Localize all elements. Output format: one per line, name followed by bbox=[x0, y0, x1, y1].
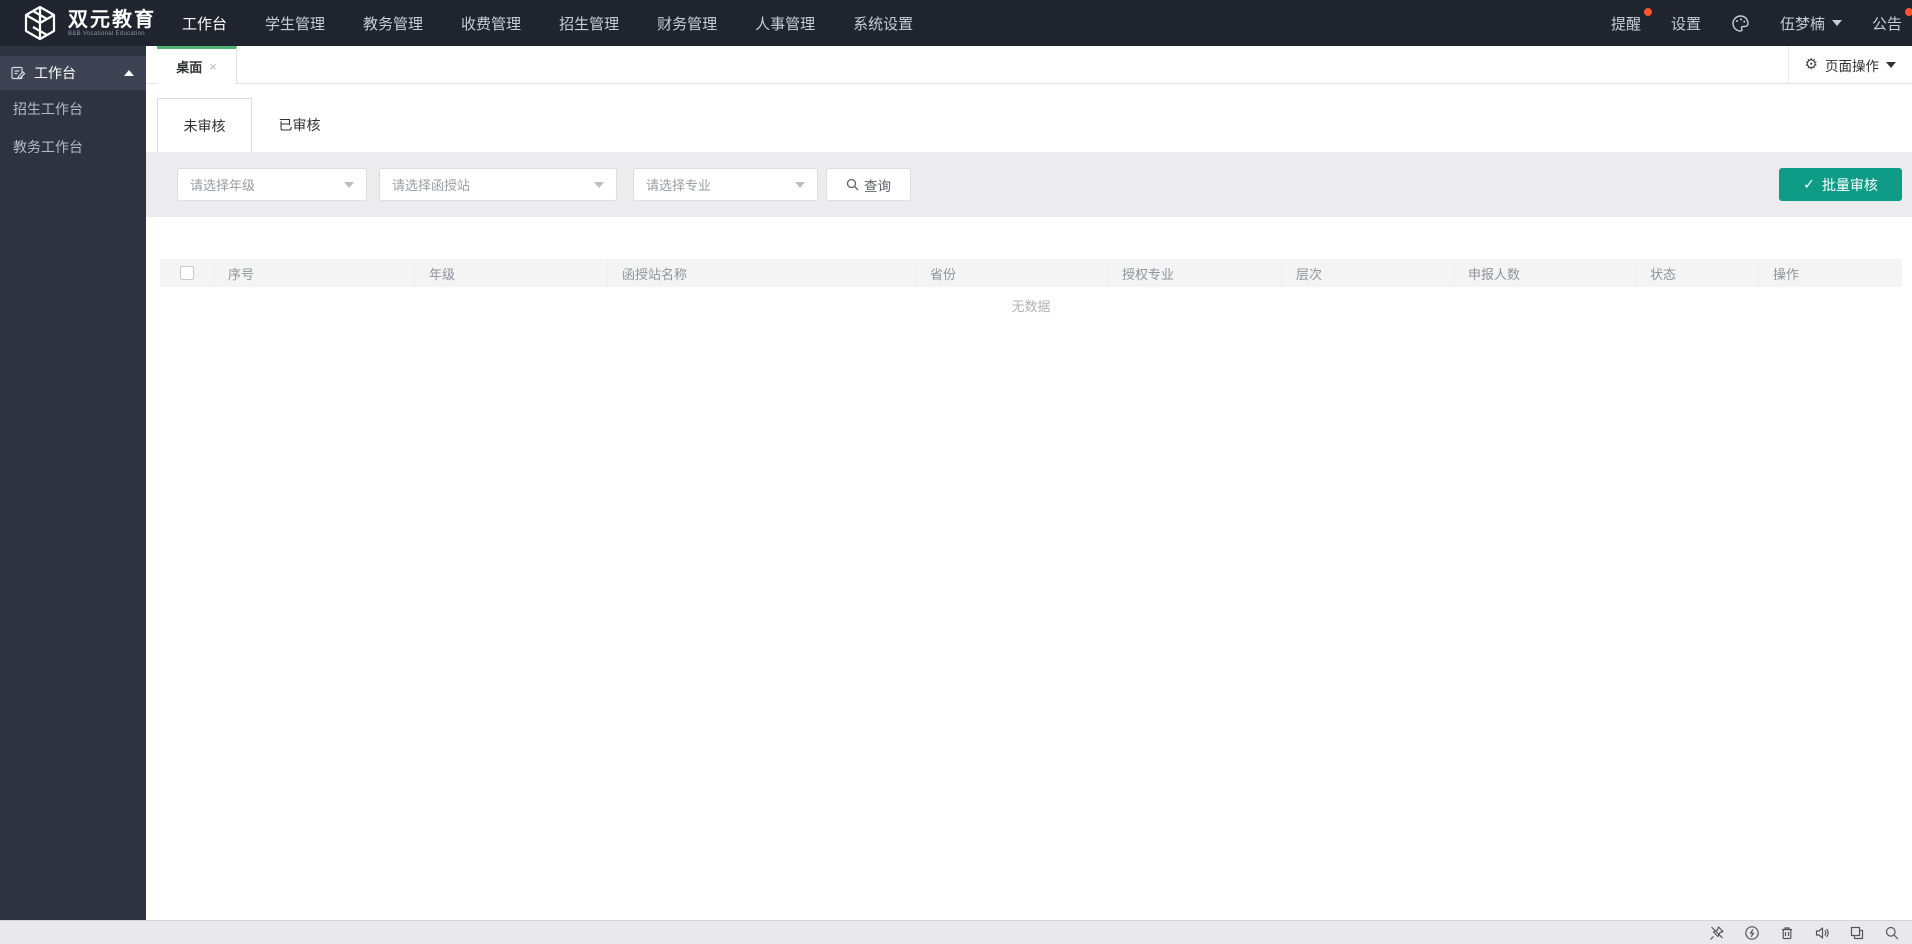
sidebar-item-label: 招生工作台 bbox=[13, 101, 83, 117]
sidebar-item-label: 教务工作台 bbox=[13, 139, 83, 155]
announcement-badge-dot bbox=[1905, 7, 1912, 16]
brand-logo: 双元教育 B&B Vocational Education bbox=[0, 2, 182, 44]
select-placeholder: 请选择年级 bbox=[190, 178, 256, 193]
subtab-unaudited[interactable]: 未审核 bbox=[157, 98, 252, 152]
user-name: 伍梦楠 bbox=[1779, 15, 1825, 33]
page-operations-button[interactable]: ⚙ 页面操作 bbox=[1787, 46, 1912, 83]
volume-icon[interactable] bbox=[1814, 925, 1830, 941]
menu-item-fees[interactable]: 收费管理 bbox=[461, 13, 521, 34]
chevron-up-icon bbox=[124, 70, 134, 76]
select-all-checkbox[interactable] bbox=[179, 266, 194, 280]
query-button[interactable]: 查询 bbox=[826, 168, 911, 201]
notice-link[interactable]: 提醒 bbox=[1610, 7, 1652, 34]
pin-off-icon[interactable] bbox=[1709, 925, 1725, 941]
header-level: 层次 bbox=[1282, 259, 1454, 287]
announcement-label: 公告 bbox=[1871, 15, 1902, 33]
close-icon[interactable]: × bbox=[209, 59, 217, 74]
header-applicant-count: 申报人数 bbox=[1454, 259, 1636, 287]
menu-item-hr[interactable]: 人事管理 bbox=[755, 13, 815, 34]
announcement-link[interactable]: 公告 bbox=[1871, 7, 1912, 34]
brand-subtitle: B&B Vocational Education bbox=[68, 31, 145, 37]
chevron-down-icon bbox=[795, 181, 805, 188]
menu-item-enrollment[interactable]: 招生管理 bbox=[559, 13, 619, 34]
select-placeholder: 请选择函授站 bbox=[392, 178, 471, 193]
speed-circle-icon[interactable] bbox=[1744, 925, 1760, 941]
notepad-edit-icon bbox=[10, 65, 26, 81]
sidebar-item-enrollment-workbench[interactable]: 招生工作台 bbox=[0, 90, 146, 128]
notice-label: 提醒 bbox=[1610, 15, 1641, 33]
correspondence-station-select[interactable]: 请选择函授站 bbox=[379, 168, 617, 201]
audit-subtabs: 未审核 已审核 bbox=[146, 98, 1912, 152]
grade-select[interactable]: 请选择年级 bbox=[177, 168, 367, 201]
sidebar-group-label: 工作台 bbox=[34, 65, 76, 81]
sidebar: 工作台 招生工作台 教务工作台 bbox=[0, 46, 146, 920]
chevron-down-icon bbox=[1831, 20, 1842, 26]
table-empty-state: 无数据 bbox=[1011, 298, 1051, 314]
query-label: 查询 bbox=[864, 178, 891, 194]
check-icon: ✓ bbox=[1803, 176, 1815, 192]
header-grade: 年级 bbox=[415, 259, 608, 287]
menu-item-finance[interactable]: 财务管理 bbox=[657, 13, 717, 34]
header-province: 省份 bbox=[916, 259, 1108, 287]
menu-item-students[interactable]: 学生管理 bbox=[265, 13, 325, 34]
brand-name: 双元教育 bbox=[68, 9, 156, 31]
subtab-audited[interactable]: 已审核 bbox=[252, 98, 347, 152]
header-authorized-major: 授权专业 bbox=[1108, 259, 1282, 287]
batch-audit-label: 批量审核 bbox=[1821, 176, 1878, 193]
menu-item-academic[interactable]: 教务管理 bbox=[363, 13, 423, 34]
filter-bar: 请选择年级 请选择函授站 请选择专业 查询 ✓ 批量审核 bbox=[146, 152, 1912, 217]
menu-item-workbench[interactable]: 工作台 bbox=[182, 13, 227, 34]
sidebar-item-academic-workbench[interactable]: 教务工作台 bbox=[0, 128, 146, 166]
chevron-down-icon bbox=[1886, 61, 1896, 68]
tab-desktop[interactable]: 桌面 × bbox=[157, 46, 237, 84]
page-operations-label: 页面操作 bbox=[1825, 58, 1879, 74]
subtab-label: 未审核 bbox=[183, 117, 226, 134]
os-taskbar bbox=[0, 920, 1912, 944]
search-icon bbox=[846, 178, 859, 191]
gear-icon: ⚙ bbox=[1804, 56, 1818, 73]
trash-icon[interactable] bbox=[1779, 925, 1795, 941]
audit-table: 序号 年级 函授站名称 省份 授权专业 层次 申报人数 状态 操作 无数据 bbox=[160, 259, 1902, 323]
window-icon[interactable] bbox=[1849, 925, 1865, 941]
page-tabbar: 桌面 × ⚙ 页面操作 bbox=[146, 46, 1912, 84]
notice-badge-dot bbox=[1643, 7, 1652, 16]
top-navbar: 双元教育 B&B Vocational Education 工作台 学生管理 教… bbox=[0, 0, 1912, 46]
user-menu[interactable]: 伍梦楠 bbox=[1780, 13, 1842, 34]
theme-palette-icon[interactable] bbox=[1731, 14, 1750, 33]
tab-label: 桌面 bbox=[176, 60, 203, 75]
major-select[interactable]: 请选择专业 bbox=[633, 168, 818, 201]
search-icon[interactable] bbox=[1884, 925, 1900, 941]
navbar-right: 提醒 设置 伍梦楠 公告 bbox=[1610, 7, 1912, 34]
main-menu: 工作台 学生管理 教务管理 收费管理 招生管理 财务管理 人事管理 系统设置 bbox=[182, 13, 913, 34]
menu-item-system[interactable]: 系统设置 bbox=[853, 13, 913, 34]
sidebar-group-workbench[interactable]: 工作台 bbox=[0, 56, 146, 90]
header-actions: 操作 bbox=[1773, 266, 1800, 282]
header-status: 状态 bbox=[1636, 259, 1759, 287]
batch-audit-button[interactable]: ✓ 批量审核 bbox=[1779, 168, 1902, 201]
chevron-down-icon bbox=[594, 181, 604, 188]
settings-link[interactable]: 设置 bbox=[1671, 13, 1701, 34]
subtab-label: 已审核 bbox=[278, 117, 321, 133]
table-header-row: 序号 年级 函授站名称 省份 授权专业 层次 申报人数 状态 操作 bbox=[160, 259, 1902, 287]
brand-logo-icon bbox=[24, 5, 56, 41]
header-seq: 序号 bbox=[214, 259, 415, 287]
header-station-name: 函授站名称 bbox=[608, 259, 916, 287]
main-content: 桌面 × ⚙ 页面操作 未审核 已审核 请选择年级 请选择函授站 请选择专业 查… bbox=[146, 46, 1912, 920]
chevron-down-icon bbox=[344, 181, 354, 188]
header-select-all-cell bbox=[160, 259, 214, 287]
select-placeholder: 请选择专业 bbox=[646, 178, 712, 193]
